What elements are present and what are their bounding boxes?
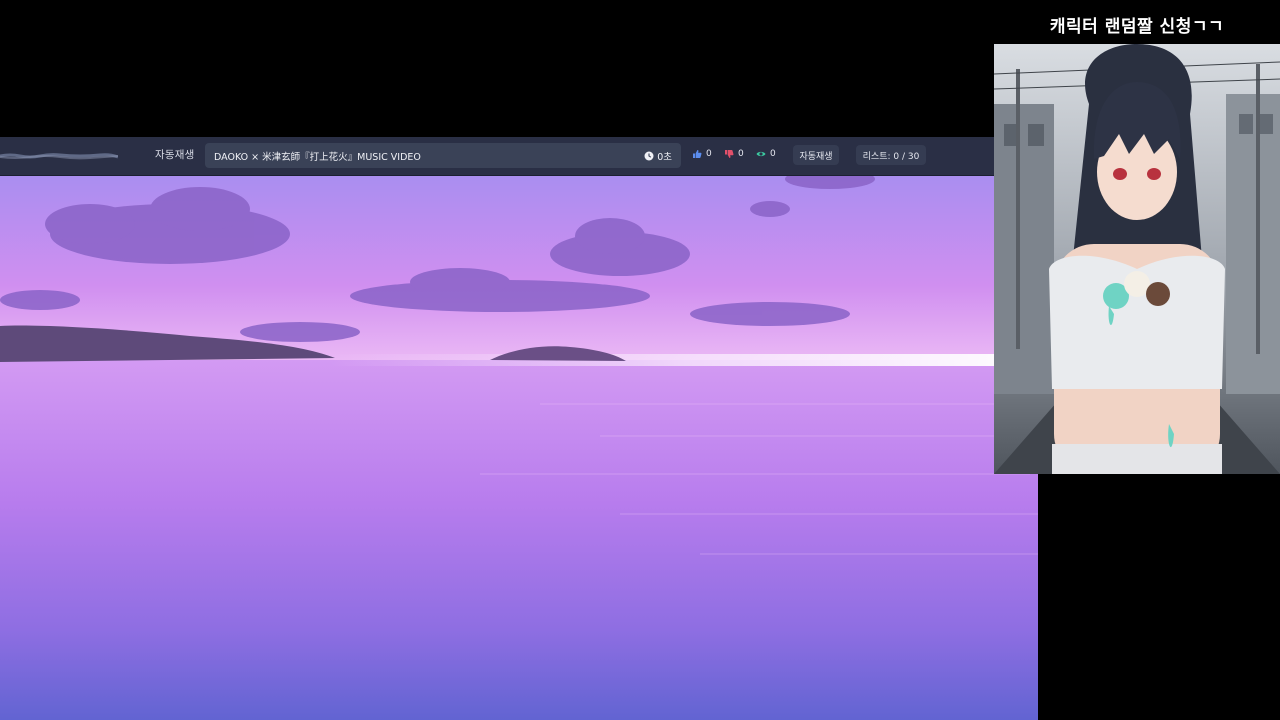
thumbs-up-icon: [693, 150, 702, 158]
character-illustration: [994, 44, 1280, 474]
player-bar: 자동재생 DAOKO × 米津玄師『打上花火』MUSIC VIDEO 0초 0 …: [0, 137, 994, 175]
playlist-status-button[interactable]: 리스트: 0 / 30: [856, 145, 926, 165]
clock-icon: [644, 151, 654, 161]
autoplay-button[interactable]: 자동재생: [793, 145, 839, 165]
time-value: 0초: [657, 152, 672, 163]
dislike-counter[interactable]: 0: [724, 149, 744, 159]
character-image[interactable]: [994, 44, 1280, 474]
song-title: DAOKO × 米津玄師『打上花火』MUSIC VIDEO: [214, 152, 421, 163]
elapsed-time: 0초: [644, 149, 672, 163]
thumbs-down-icon: [725, 150, 734, 158]
waveform-icon: [0, 153, 118, 160]
dislike-count: 0: [738, 149, 744, 159]
eye-icon: [756, 151, 766, 157]
video-frame[interactable]: [0, 174, 1038, 720]
autoplay-label: 자동재생: [155, 149, 195, 161]
view-counter: 0: [756, 149, 776, 159]
stage: 자동재생 DAOKO × 米津玄師『打上花火』MUSIC VIDEO 0초 0 …: [0, 0, 1280, 720]
like-count: 0: [706, 149, 712, 159]
side-panel-title: 캐릭터 랜덤짤 신청ㄱㄱ: [1049, 17, 1225, 37]
like-counter[interactable]: 0: [692, 149, 712, 159]
ocean-sunset-scene: [0, 174, 1038, 720]
now-playing-field[interactable]: DAOKO × 米津玄師『打上花火』MUSIC VIDEO 0초: [205, 143, 681, 168]
view-count: 0: [770, 149, 776, 159]
